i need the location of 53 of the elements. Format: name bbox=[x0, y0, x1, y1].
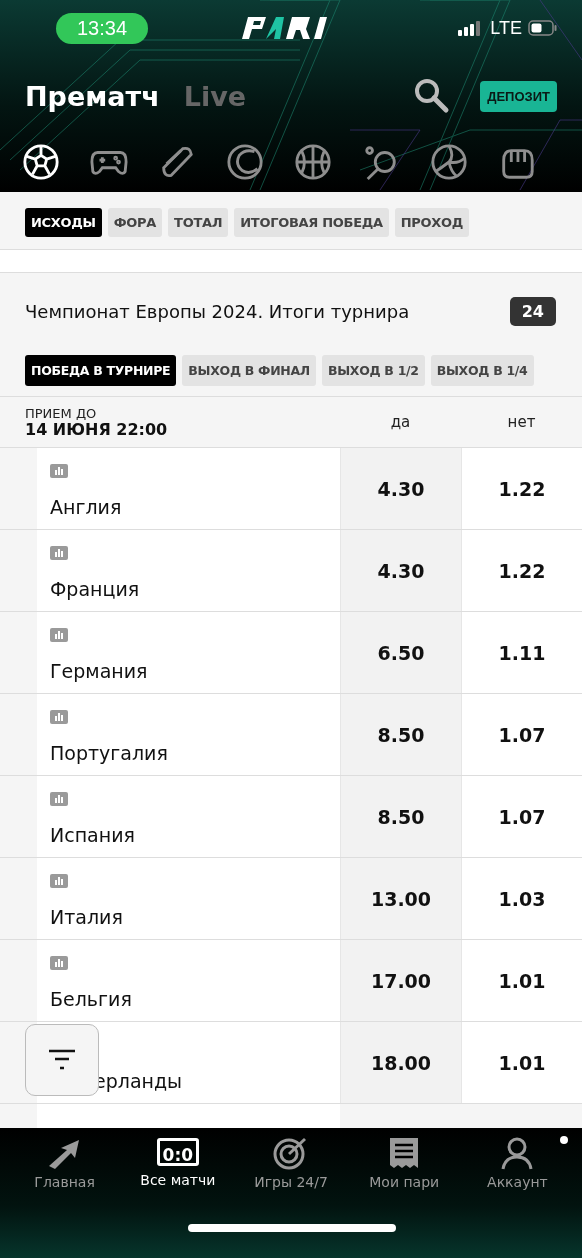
notification-dot bbox=[560, 1136, 568, 1144]
event-count-badge: 24 bbox=[509, 296, 556, 326]
nav-item[interactable]: Аккаунт bbox=[460, 1136, 574, 1198]
market-chip[interactable]: ВЫХОД В 1/2 bbox=[321, 355, 425, 386]
odds-button[interactable]: 1.11 bbox=[461, 612, 582, 693]
sport-tab[interactable] bbox=[226, 143, 264, 181]
market-chip[interactable]: ВЫХОД В 1/4 bbox=[430, 355, 534, 386]
mode-tab[interactable]: Прематч bbox=[25, 80, 160, 112]
nav-item[interactable]: Игры 24/7 bbox=[234, 1136, 348, 1198]
team-name: Англия bbox=[50, 496, 122, 518]
nav-item[interactable]: Мои пари bbox=[347, 1136, 461, 1198]
team-name: Италия bbox=[50, 906, 123, 928]
team-name: Франция bbox=[50, 578, 140, 600]
deposit-button[interactable]: ДЕПОЗИТ bbox=[480, 80, 557, 112]
odds-button[interactable]: 1.22 bbox=[461, 530, 582, 611]
odds-button[interactable]: 1.07 bbox=[461, 694, 582, 775]
market-filter-chip[interactable]: ИСХОДЫ bbox=[25, 208, 102, 237]
stats-icon[interactable] bbox=[50, 874, 68, 888]
market-filter-chip[interactable]: ТОТАЛ bbox=[168, 208, 229, 237]
team-name: Германия bbox=[50, 660, 148, 682]
market-chip[interactable]: ВЫХОД В ФИНАЛ bbox=[182, 355, 316, 386]
network-label: LTE bbox=[490, 17, 522, 39]
market-filter-chip[interactable]: ФОРА bbox=[107, 208, 163, 237]
nav-item[interactable]: 0:0 Все матчи bbox=[121, 1136, 235, 1198]
column-header: да bbox=[389, 413, 412, 431]
team-name: Бельгия bbox=[50, 988, 132, 1010]
stats-icon[interactable] bbox=[50, 956, 68, 970]
odds-button[interactable]: 1.22 bbox=[461, 448, 582, 529]
team-name: Португалия bbox=[50, 742, 168, 764]
stats-icon[interactable] bbox=[50, 628, 68, 642]
odds-button[interactable]: 1.01 bbox=[461, 940, 582, 1021]
stats-icon[interactable] bbox=[50, 546, 68, 560]
stats-icon[interactable] bbox=[50, 792, 68, 806]
filter-icon bbox=[47, 1048, 77, 1072]
tournament-title: Чемпионат Европы 2024. Итоги турнира bbox=[25, 300, 410, 322]
stats-icon[interactable] bbox=[50, 710, 68, 724]
column-header: нет bbox=[506, 413, 537, 431]
market-chip[interactable]: ПОБЕДА В ТУРНИРЕ bbox=[25, 355, 177, 386]
deadline-date: 14 ИЮНЯ 22:00 bbox=[25, 420, 169, 439]
scoreboard-icon: 0:0 bbox=[156, 1138, 200, 1166]
odds-button[interactable]: 1.01 bbox=[461, 1022, 582, 1103]
stats-icon[interactable] bbox=[50, 464, 68, 478]
nav-item[interactable]: Главная bbox=[8, 1136, 122, 1198]
battery-icon bbox=[528, 20, 558, 36]
team-name: Испания bbox=[50, 824, 135, 846]
search-icon[interactable] bbox=[414, 78, 451, 114]
odds-button[interactable]: 1.03 bbox=[461, 858, 582, 939]
market-filter-chip[interactable]: ПРОХОД bbox=[394, 208, 470, 237]
market-filter-chip[interactable]: ИТОГОВАЯ ПОБЕДА bbox=[234, 208, 389, 237]
deadline-label: ПРИЕМ ДО bbox=[25, 405, 98, 421]
sport-tab[interactable] bbox=[294, 143, 332, 181]
sport-tab[interactable] bbox=[430, 143, 468, 181]
odds-button[interactable]: 1.07 bbox=[461, 776, 582, 857]
